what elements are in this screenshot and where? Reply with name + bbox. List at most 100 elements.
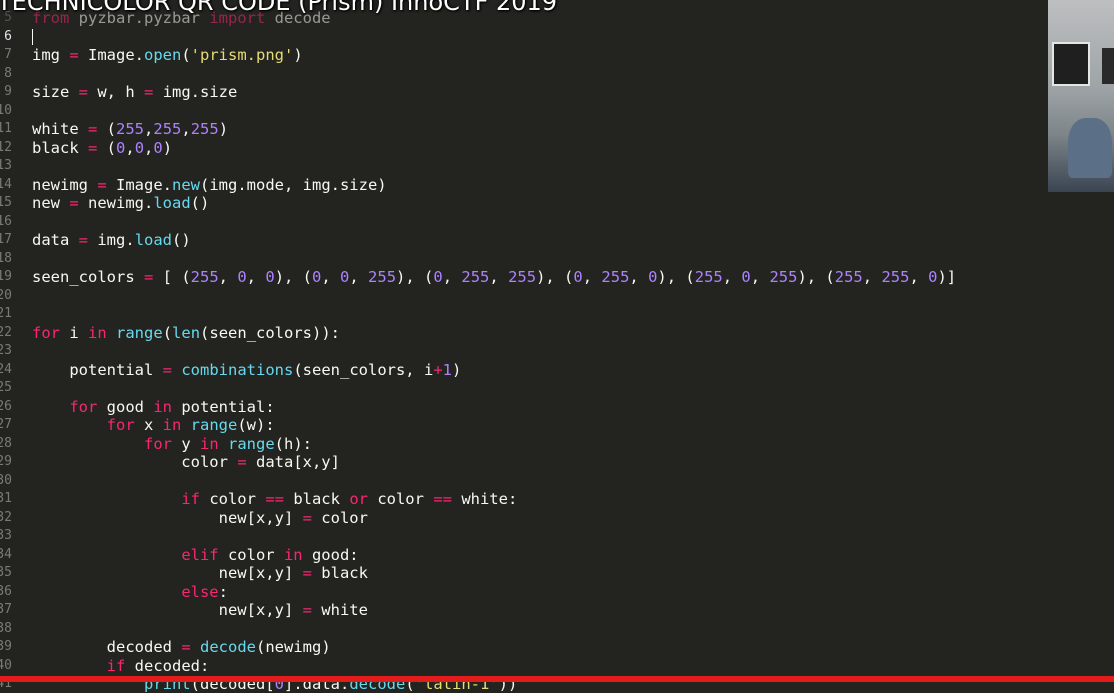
code-token: or: [349, 490, 368, 508]
code-token: for: [32, 323, 60, 342]
line-number: 9: [4, 84, 12, 99]
code-token: black: [283, 490, 350, 508]
code-token: new[x,y]: [32, 601, 303, 619]
code-text: img = Image.open('prism.png'): [32, 46, 303, 65]
code-token: in: [162, 416, 182, 434]
code-token: ,: [582, 268, 602, 286]
code-token: 0: [340, 268, 350, 286]
code-token: =: [237, 453, 247, 471]
line-number: 31: [0, 491, 12, 506]
code-token: ,: [181, 120, 191, 138]
code-token: (img.mode, img.size): [200, 175, 387, 194]
code-token: Image.: [106, 175, 172, 194]
code-token: :: [218, 582, 228, 601]
code-token: 255: [508, 268, 537, 286]
code-text: black = (0,0,0): [32, 139, 172, 158]
line-number: 6: [4, 28, 12, 44]
video-progress-bar[interactable]: [0, 676, 1114, 682]
code-token: range: [228, 434, 275, 453]
line-number: 25: [0, 380, 12, 395]
code-token: 'prism.png': [190, 46, 294, 64]
code-token: for: [106, 416, 135, 434]
code-token: good: [97, 397, 154, 416]
code-token: (: [162, 323, 173, 342]
code-token: open: [144, 46, 182, 64]
code-text: newimg = Image.new(img.mode, img.size): [32, 176, 387, 195]
code-token: 255: [881, 268, 910, 286]
code-token: newimg: [32, 175, 98, 194]
code-token: =: [162, 360, 172, 379]
code-token: ): [162, 138, 173, 157]
code-token: 0: [153, 138, 163, 157]
code-token: w, h: [88, 83, 145, 101]
line-number: 22: [0, 324, 12, 340]
line-number: 40: [0, 657, 12, 673]
code-token: color: [367, 490, 434, 508]
code-token: 255: [190, 268, 219, 286]
code-token: ==: [433, 490, 452, 508]
code-token: ), (: [657, 268, 695, 286]
line-number: 15: [0, 195, 12, 210]
line-number: 7: [4, 47, 12, 62]
line-number: 32: [0, 509, 12, 525]
code-token: img.size: [153, 83, 238, 101]
code-token: data: [32, 231, 79, 249]
code-token: elif: [181, 545, 219, 564]
code-token: ), (: [396, 268, 434, 286]
code-text: seen_colors = [ (255, 0, 0), (0, 0, 255)…: [32, 268, 956, 287]
line-number: 30: [0, 472, 12, 488]
code-token: decoded: [32, 638, 182, 656]
code-token: size: [32, 83, 79, 101]
code-token: load: [134, 231, 173, 249]
code-token: 0: [741, 268, 751, 286]
code-token: for: [69, 397, 98, 416]
code-token: (seen_colors)):: [200, 323, 341, 342]
code-token: black: [311, 564, 368, 582]
line-number: 19: [0, 269, 12, 284]
code-token: 0: [312, 268, 322, 286]
code-token: ,: [144, 120, 154, 138]
code-text: else:: [32, 583, 228, 602]
code-token: if: [181, 490, 200, 508]
code-token: 255: [153, 120, 182, 138]
code-text: color = data[x,y]: [32, 453, 340, 472]
code-token: decoded:: [125, 656, 210, 675]
code-token: =: [302, 601, 312, 619]
code-text: for y in range(h):: [32, 435, 312, 454]
code-token: ,: [125, 138, 135, 157]
wall-picture: [1052, 42, 1090, 86]
code-token: =: [69, 46, 79, 64]
code-token: ), (: [274, 268, 313, 286]
code-token: color: [199, 490, 266, 508]
code-token: 1: [442, 360, 452, 379]
code-token: decode: [200, 638, 256, 656]
code-token: 0: [116, 138, 126, 157]
code-token: (seen_colors, i: [293, 360, 434, 379]
code-token: (: [97, 120, 117, 138]
code-token: newimg.: [78, 194, 154, 212]
code-token: (): [190, 194, 210, 212]
code-token: combinations: [181, 360, 294, 379]
code-token: if: [106, 656, 126, 675]
code-token: ,: [442, 268, 462, 286]
code-token: =: [97, 175, 107, 194]
line-number: 33: [0, 528, 12, 543]
code-token: else: [181, 582, 219, 601]
code-token: ,: [246, 268, 266, 286]
code-token: =: [302, 564, 312, 582]
code-token: load: [153, 194, 191, 212]
line-number: 18: [0, 250, 12, 266]
code-token: new[x,y]: [32, 508, 303, 527]
code-token: ), (: [797, 268, 835, 286]
code-token: new: [32, 194, 70, 212]
line-number: 21: [0, 306, 12, 321]
code-token: 0: [573, 268, 583, 286]
code-text: potential = combinations(seen_colors, i+…: [32, 361, 461, 380]
video-frame[interactable]: 5 from pyzbar.pyzbar import decode 6 7 img =…: [0, 0, 1114, 693]
code-token: ,: [489, 268, 509, 286]
